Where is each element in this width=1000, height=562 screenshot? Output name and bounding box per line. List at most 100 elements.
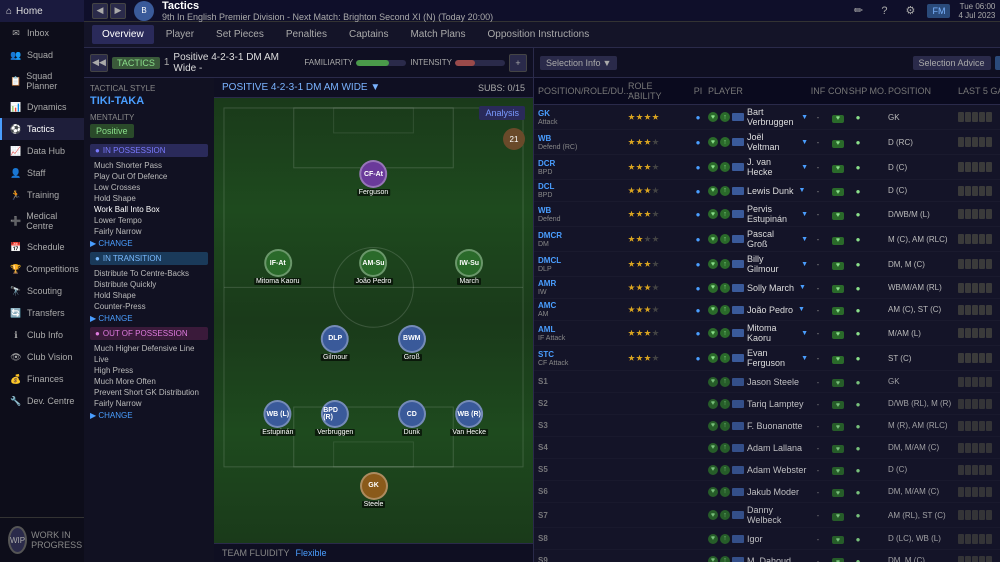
subnav-item-opposition-instructions[interactable]: Opposition Instructions: [478, 25, 600, 44]
settings-icon[interactable]: ⚙: [901, 2, 919, 20]
player-name-cell: ♥ ↑ Bart Verbruggen ▼: [708, 107, 808, 127]
pencil-icon[interactable]: ✏: [849, 2, 867, 20]
player-row[interactable]: GK Attack ● ♥ ↑ Bart Verbruggen ▼ - ♥ ●: [534, 105, 1000, 130]
star-0: [628, 261, 635, 268]
player-name-text: Adam Lallana: [747, 443, 802, 453]
player-row[interactable]: S5 ♥ ↑ Adam Webster - ♥ ●: [534, 459, 1000, 481]
player-row[interactable]: S7 ♥ ↑ Danny Welbeck - ♥ ●: [534, 503, 1000, 528]
add-tactic-button[interactable]: +: [509, 54, 527, 72]
player-shp: ●: [848, 464, 868, 476]
transition-icon: ●: [95, 254, 100, 263]
sidebar-item-finances[interactable]: 💰Finances: [0, 368, 84, 390]
player-row[interactable]: S4 ♥ ↑ Adam Lallana - ♥ ●: [534, 437, 1000, 459]
sidebar-item-tactics[interactable]: ⚽Tactics: [0, 118, 84, 140]
sidebar-item-dynamics[interactable]: 📊Dynamics: [0, 96, 84, 118]
player-row[interactable]: DMCR DM ● ♥ ↑ Pascal Groß ▼ - ♥ ●: [534, 227, 1000, 252]
selection-advice-button[interactable]: Selection Advice: [913, 56, 991, 70]
sidebar-item-club-vision[interactable]: 👁Club Vision: [0, 346, 84, 368]
oop-change-btn[interactable]: ▶ CHANGE: [90, 411, 208, 420]
pitch-player-4[interactable]: WB (L) Estupinán: [260, 400, 295, 436]
squad-icon: 👥: [10, 49, 22, 61]
morale-icon: ↑: [720, 465, 730, 475]
player-row[interactable]: S2 ♥ ↑ Tariq Lamptey - ♥ ●: [534, 393, 1000, 415]
pitch-player-3[interactable]: BPD (R) Verbruggen: [315, 400, 355, 436]
player-row[interactable]: S1 ♥ ↑ Jason Steele - ♥ ●: [534, 371, 1000, 393]
quick-pick-button[interactable]: Quick Pick ▼: [995, 56, 1000, 70]
transition-change-btn[interactable]: ▶ CHANGE: [90, 314, 208, 323]
player-row[interactable]: AMC AM ● ♥ ↑ João Pedro ▼ - ♥ ●: [534, 299, 1000, 321]
pitch-player-10[interactable]: CF-At Ferguson: [357, 160, 391, 196]
transfers-icon: 🔄: [10, 307, 22, 319]
pitch-player-0[interactable]: GK Steele: [360, 472, 388, 508]
sidebar-item-training[interactable]: 🏃Training: [0, 184, 84, 206]
sidebar-item-data-hub[interactable]: 📈Data Hub: [0, 140, 84, 162]
sidebar-item-inbox[interactable]: ✉Inbox: [0, 22, 84, 44]
player-last-games: [958, 510, 1000, 520]
sidebar-item-staff[interactable]: 👤Staff: [0, 162, 84, 184]
pitch-player-9[interactable]: IF-At Mitoma Kaoru: [254, 249, 302, 285]
player-row[interactable]: WB Defend (RC) ● ♥ ↑ Joël Veltman ▼ - ♥ …: [534, 130, 1000, 155]
player-row[interactable]: DMCL DLP ● ♥ ↑ Billy Gilmour ▼ - ♥ ●: [534, 252, 1000, 277]
mentality-value[interactable]: Positive: [90, 124, 134, 138]
player-icons: ♥ ↑: [708, 377, 744, 387]
player-slot: DMCR DM: [538, 231, 628, 248]
player-con: ♥: [828, 555, 848, 562]
sidebar-item-schedule[interactable]: 📅Schedule: [0, 236, 84, 258]
player-row[interactable]: S6 ♥ ↑ Jakub Moder - ♥ ●: [534, 481, 1000, 503]
sidebar-item-scouting[interactable]: 🔭Scouting: [0, 280, 84, 302]
help-icon[interactable]: ?: [875, 2, 893, 20]
player-row[interactable]: DCL BPD ● ♥ ↑ Lewis Dunk ▼ - ♥ ●: [534, 180, 1000, 202]
sidebar-item-squad[interactable]: 👥Squad: [0, 44, 84, 66]
pitch-player-6[interactable]: BWM Groß: [398, 325, 426, 361]
player-row[interactable]: S3 ♥ ↑ F. Buonanotte - ♥ ●: [534, 415, 1000, 437]
pitch-player-5[interactable]: DLP Gilmour: [321, 325, 350, 361]
player-row[interactable]: AML IF Attack ● ♥ ↑ Mitoma Kaoru ▼ - ♥ ●: [534, 321, 1000, 346]
subnav-item-captains[interactable]: Captains: [339, 25, 398, 44]
player-slot: S1: [538, 377, 628, 386]
pitch-player-7[interactable]: IW-Su March: [455, 249, 483, 285]
player-name-text: Lewis Dunk: [747, 186, 794, 196]
player-con: ♥: [828, 376, 848, 388]
nav-back[interactable]: ◀: [92, 3, 108, 19]
fm-badge: FM: [927, 4, 950, 18]
subnav-item-set-pieces[interactable]: Set Pieces: [206, 25, 274, 44]
morale-icon: ↑: [720, 377, 730, 387]
sidebar-item-medical[interactable]: ➕Medical Centre: [0, 206, 84, 236]
analysis-button[interactable]: Analysis: [479, 106, 525, 120]
player-positions: AM (C), ST (C): [888, 305, 958, 314]
subnav-item-overview[interactable]: Overview: [92, 25, 154, 44]
pitch-player-2[interactable]: CD Dunk: [398, 400, 426, 436]
sidebar-item-dev-centre[interactable]: 🔧Dev. Centre: [0, 390, 84, 412]
club-info-block: Tactics 9th In English Premier Division …: [162, 0, 493, 22]
pitch-player-1[interactable]: WB (R) Van Hecke: [450, 400, 488, 436]
player-shp: ●: [848, 486, 868, 498]
player-row[interactable]: S9 ♥ ↑ M. Dahoud - ♥ ●: [534, 550, 1000, 562]
sidebar-home-label[interactable]: Home: [16, 6, 43, 17]
player-icons: ♥ ↑: [708, 510, 744, 520]
player-row[interactable]: DCR BPD ● ♥ ↑ J. van Hecke ▼ - ♥ ●: [534, 155, 1000, 180]
player-last-games: [958, 377, 1000, 387]
player-row[interactable]: WB Defend ● ♥ ↑ Pervis Estupinán ▼ - ♥ ●: [534, 202, 1000, 227]
subnav-item-penalties[interactable]: Penalties: [276, 25, 337, 44]
player-last-games: [958, 234, 1000, 244]
player-flag: [732, 557, 744, 562]
selection-info-button[interactable]: Selection Info ▼: [540, 56, 617, 70]
sidebar-item-squad-planner[interactable]: 📋Squad Planner: [0, 66, 84, 96]
sidebar: ⌂ Home ✉Inbox👥Squad📋Squad Planner📊Dynami…: [0, 0, 84, 562]
possession-change-btn[interactable]: ▶ CHANGE: [90, 239, 208, 248]
subnav-item-player[interactable]: Player: [156, 25, 204, 44]
formation-number: 1: [164, 57, 170, 68]
nav-forward[interactable]: ▶: [110, 3, 126, 19]
condition-icon: ♥: [832, 558, 844, 562]
player-row[interactable]: AMR IW ● ♥ ↑ Solly March ▼ - ♥ ●: [534, 277, 1000, 299]
sidebar-item-competitions[interactable]: 🏆Competitions: [0, 258, 84, 280]
star-2: [644, 261, 651, 268]
sidebar-item-club-info[interactable]: ℹClub Info: [0, 324, 84, 346]
pitch-player-8[interactable]: AM-Su João Pedro: [354, 249, 394, 285]
subnav: OverviewPlayerSet PiecesPenaltiesCaptain…: [84, 22, 1000, 48]
subnav-item-match-plans[interactable]: Match Plans: [400, 25, 475, 44]
collapse-button[interactable]: ◀◀: [90, 54, 108, 72]
player-row[interactable]: S8 ♥ ↑ Igor - ♥ ● D: [534, 528, 1000, 550]
sidebar-item-transfers[interactable]: 🔄Transfers: [0, 302, 84, 324]
player-row[interactable]: STC CF Attack ● ♥ ↑ Evan Ferguson ▼ - ♥ …: [534, 346, 1000, 371]
